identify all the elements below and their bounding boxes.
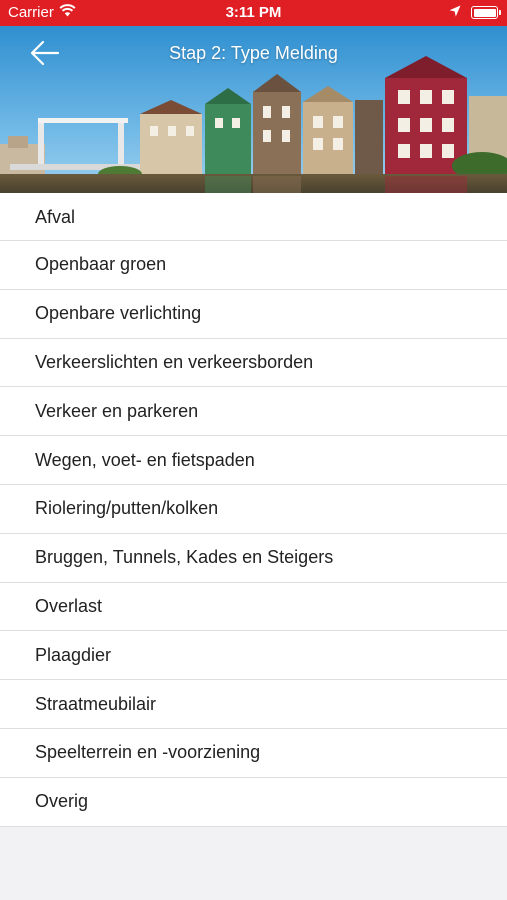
category-item-speelterrein[interactable]: Speelterrein en -voorziening xyxy=(0,728,507,778)
category-label: Openbare verlichting xyxy=(35,303,202,324)
category-item-openbaar-groen[interactable]: Openbaar groen xyxy=(0,241,507,290)
page-title: Stap 2: Type Melding xyxy=(169,43,338,63)
location-icon xyxy=(449,4,461,21)
category-label: Bruggen, Tunnels, Kades en Steigers xyxy=(35,547,334,568)
category-label: Straatmeubilair xyxy=(35,693,157,714)
category-label: Openbaar groen xyxy=(35,254,167,275)
category-label: Wegen, voet- en fietspaden xyxy=(35,449,255,470)
category-label: Afval xyxy=(35,207,76,227)
category-label: Plaagdier xyxy=(35,644,112,665)
battery-icon xyxy=(471,6,501,19)
category-label: Overig xyxy=(35,791,89,812)
category-item-openbare-verlichting[interactable]: Openbare verlichting xyxy=(0,289,507,339)
category-item-straatmeubilair[interactable]: Straatmeubilair xyxy=(0,680,507,729)
category-label: Verkeerslichten en verkeersborden xyxy=(35,351,314,372)
category-label: Riolering/putten/kolken xyxy=(35,498,219,519)
category-item-bruggen[interactable]: Bruggen, Tunnels, Kades en Steigers xyxy=(0,533,507,583)
header: Stap 2: Type Melding xyxy=(0,26,507,210)
category-item-overig[interactable]: Overig xyxy=(0,777,507,827)
category-list: Afval Openbaar groen Openbare verlichtin… xyxy=(0,193,507,827)
status-time: 3:11 PM xyxy=(225,4,282,21)
category-label: Speelterrein en -voorziening xyxy=(35,742,261,763)
category-item-afval[interactable]: Afval xyxy=(0,193,507,241)
status-bar: Carrier 3:11 PM xyxy=(0,0,507,26)
category-label: Verkeer en parkeren xyxy=(35,400,199,421)
category-item-wegen[interactable]: Wegen, voet- en fietspaden xyxy=(0,436,507,485)
category-item-plaagdier[interactable]: Plaagdier xyxy=(0,631,507,681)
category-label: Overlast xyxy=(35,595,103,616)
status-right xyxy=(449,4,501,21)
category-item-riolering[interactable]: Riolering/putten/kolken xyxy=(0,484,507,534)
category-item-verkeer-parkeren[interactable]: Verkeer en parkeren xyxy=(0,387,507,437)
category-item-overlast[interactable]: Overlast xyxy=(0,582,507,632)
category-item-verkeerslichten[interactable]: Verkeerslichten en verkeersborden xyxy=(0,338,507,388)
